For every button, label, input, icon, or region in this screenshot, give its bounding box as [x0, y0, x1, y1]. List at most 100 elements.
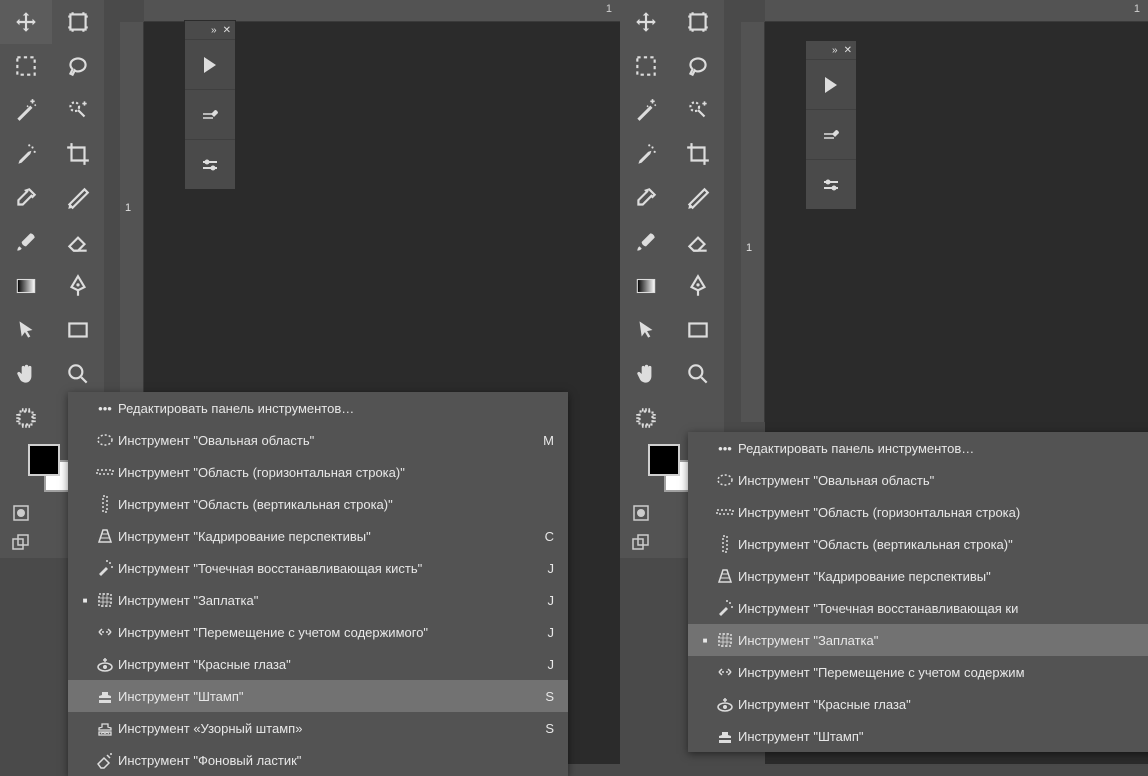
patch-icon: [92, 590, 118, 610]
spot-icon: [712, 598, 738, 618]
menu-item-patch[interactable]: ■Инструмент "Заплатка": [688, 624, 1148, 656]
menu-item-stamp[interactable]: Инструмент "Штамп": [688, 720, 1148, 752]
tool-gradient[interactable]: [620, 264, 672, 308]
tool-move[interactable]: [620, 0, 672, 44]
tool-context-menu[interactable]: ••• Редактировать панель инструментов… И…: [68, 392, 568, 776]
tool-quicksel[interactable]: [672, 88, 724, 132]
tool-zoom[interactable]: [52, 352, 104, 396]
menu-item-label: Инструмент "Перемещение с учетом содержи…: [738, 665, 1148, 680]
menu-item-ellipse[interactable]: Инструмент "Овальная область": [688, 464, 1148, 496]
float-panel-header[interactable]: » ✕: [185, 21, 235, 39]
redeye-icon: [712, 694, 738, 714]
tool-marquee[interactable]: [0, 44, 52, 88]
tool-lasso[interactable]: [52, 44, 104, 88]
menu-item-col[interactable]: Инструмент "Область (вертикальная строка…: [688, 528, 1148, 560]
tool-edit-toolbar[interactable]: [620, 396, 672, 440]
active-indicator: ■: [78, 596, 92, 605]
tool-crop[interactable]: [52, 132, 104, 176]
tool-rectangle[interactable]: [52, 308, 104, 352]
adjustments-button[interactable]: [185, 139, 235, 189]
tool-eraser[interactable]: [672, 220, 724, 264]
tool-gradient[interactable]: [0, 264, 52, 308]
tool-wand[interactable]: [0, 88, 52, 132]
tool-heal[interactable]: [620, 132, 672, 176]
tool-crop[interactable]: [672, 132, 724, 176]
menu-item-pcrop[interactable]: Инструмент "Кадрирование перспективы"C: [68, 520, 568, 552]
tool-artboard[interactable]: [52, 0, 104, 44]
tool-pointer[interactable]: [620, 308, 672, 352]
menu-item-stamp[interactable]: Инструмент "Штамп"S: [68, 680, 568, 712]
tool-marquee[interactable]: [620, 44, 672, 88]
tool-slice[interactable]: [672, 176, 724, 220]
menu-item-patch[interactable]: ■Инструмент "Заплатка"J: [68, 584, 568, 616]
pcrop-icon: [92, 526, 118, 546]
menu-item-spot[interactable]: Инструмент "Точечная восстанавливающая к…: [68, 552, 568, 584]
actions-play-button[interactable]: [185, 39, 235, 89]
tool-context-menu[interactable]: ••• Редактировать панель инструментов… И…: [688, 432, 1148, 752]
menu-item-row[interactable]: Инструмент "Область (горизонтальная стро…: [68, 456, 568, 488]
tool-eyedrop[interactable]: [620, 176, 672, 220]
menu-edit-toolbar-label: Редактировать панель инструментов…: [118, 401, 536, 416]
menu-item-redeye[interactable]: Инструмент "Красные глаза"J: [68, 648, 568, 680]
menu-item-redeye[interactable]: Инструмент "Красные глаза": [688, 688, 1148, 720]
tool-lasso[interactable]: [672, 44, 724, 88]
menu-item-ellipse[interactable]: Инструмент "Овальная область"M: [68, 424, 568, 456]
adjustments-button[interactable]: [806, 159, 856, 209]
menu-edit-toolbar[interactable]: ••• Редактировать панель инструментов…: [688, 432, 1148, 464]
expand-icon[interactable]: »: [832, 45, 838, 56]
tool-move[interactable]: [0, 0, 52, 44]
tool-slice[interactable]: [52, 176, 104, 220]
tool-brush[interactable]: [0, 220, 52, 264]
tool-pointer[interactable]: [0, 308, 52, 352]
tool-edit-toolbar[interactable]: [0, 396, 52, 440]
tool-wand[interactable]: [620, 88, 672, 132]
menu-item-pcrop[interactable]: Инструмент "Кадрирование перспективы": [688, 560, 1148, 592]
menu-item-beraser[interactable]: Инструмент "Фоновый ластик": [68, 744, 568, 776]
menu-edit-toolbar-label: Редактировать панель инструментов…: [738, 441, 1148, 456]
menu-item-label: Инструмент "Штамп": [118, 689, 536, 704]
menu-item-label: Инструмент "Область (горизонтальная стро…: [738, 505, 1148, 520]
brush-presets-button[interactable]: [806, 109, 856, 159]
brush-presets-button[interactable]: [185, 89, 235, 139]
ellipse-icon: [712, 470, 738, 490]
tool-hand[interactable]: [0, 352, 52, 396]
foreground-color-swatch[interactable]: [648, 444, 680, 476]
tool-artboard[interactable]: [672, 0, 724, 44]
close-icon[interactable]: ✕: [844, 45, 852, 56]
float-panel[interactable]: » ✕: [805, 40, 857, 210]
ruler-left-mark: 1: [125, 202, 131, 214]
ellipse-icon: [92, 430, 118, 450]
menu-item-label: Инструмент "Кадрирование перспективы": [738, 569, 1148, 584]
menu-item-pstamp[interactable]: Инструмент «Узорный штамп»S: [68, 712, 568, 744]
tool-zoom[interactable]: [672, 352, 724, 396]
tool-hand[interactable]: [620, 352, 672, 396]
menu-item-camove[interactable]: Инструмент "Перемещение с учетом содержи…: [688, 656, 1148, 688]
tool-pen[interactable]: [52, 264, 104, 308]
ruler-left: 1: [120, 22, 144, 422]
tool-quicksel[interactable]: [52, 88, 104, 132]
row-icon: [712, 502, 738, 522]
shortcut-label: J: [536, 593, 554, 608]
menu-item-row[interactable]: Инструмент "Область (горизонтальная стро…: [688, 496, 1148, 528]
tool-brush[interactable]: [620, 220, 672, 264]
menu-edit-toolbar[interactable]: ••• Редактировать панель инструментов…: [68, 392, 568, 424]
tool-eyedrop[interactable]: [0, 176, 52, 220]
tool-rectangle[interactable]: [672, 308, 724, 352]
foreground-color-swatch[interactable]: [28, 444, 60, 476]
menu-item-col[interactable]: Инструмент "Область (вертикальная строка…: [68, 488, 568, 520]
tool-pen[interactable]: [672, 264, 724, 308]
shortcut-label: J: [536, 657, 554, 672]
float-panel[interactable]: » ✕: [184, 20, 236, 190]
menu-item-label: Инструмент "Штамп": [738, 729, 1148, 744]
float-panel-header[interactable]: » ✕: [806, 41, 856, 59]
actions-play-button[interactable]: [806, 59, 856, 109]
col-icon: [712, 534, 738, 554]
menu-item-spot[interactable]: Инструмент "Точечная восстанавливающая к…: [688, 592, 1148, 624]
close-icon[interactable]: ✕: [223, 25, 231, 36]
stamp-icon: [92, 686, 118, 706]
menu-item-label: Инструмент "Красные глаза": [738, 697, 1148, 712]
expand-icon[interactable]: »: [211, 25, 217, 36]
menu-item-camove[interactable]: Инструмент "Перемещение с учетом содержи…: [68, 616, 568, 648]
tool-heal[interactable]: [0, 132, 52, 176]
tool-eraser[interactable]: [52, 220, 104, 264]
